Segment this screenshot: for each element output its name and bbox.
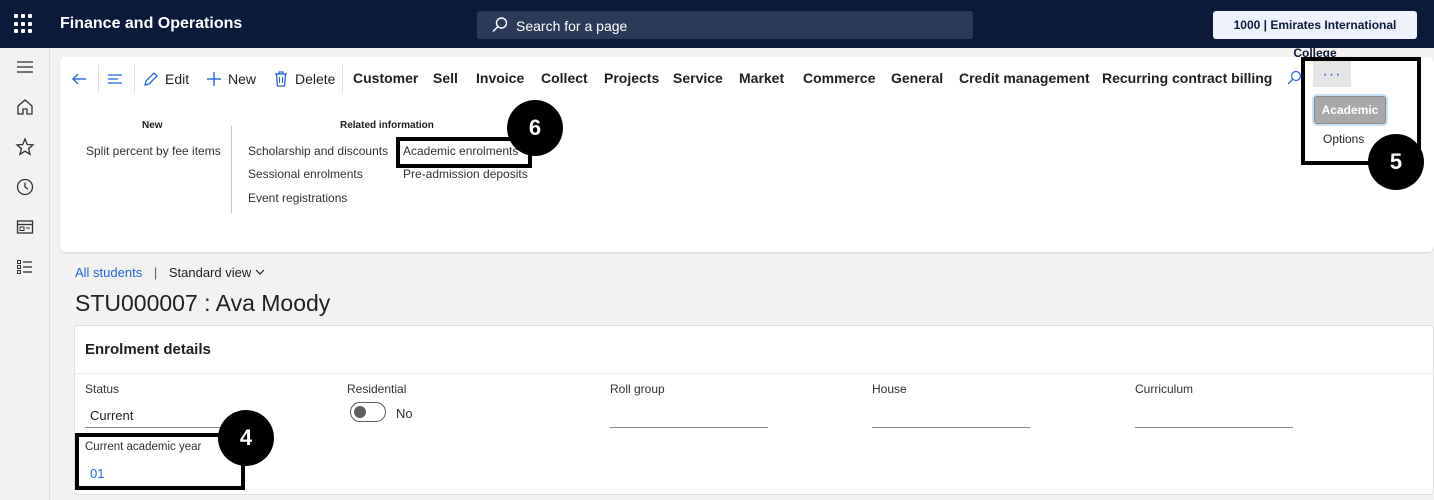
house-label: House [872,382,907,396]
toolbar-separator [134,65,135,93]
tab-recurring-contract-billing[interactable]: Recurring contract billing [1102,70,1272,86]
chevron-down-icon [255,269,265,275]
options-menu-button[interactable] [106,68,129,90]
tab-sell[interactable]: Sell [433,70,458,86]
action-pane: Edit New Delete Customer Sell Invoice Co… [60,57,1434,252]
status-underline [85,427,235,428]
status-field[interactable]: Current [90,408,133,423]
workspace-icon[interactable] [14,216,36,238]
tab-invoice[interactable]: Invoice [476,70,524,86]
trash-icon [275,71,287,87]
tab-projects[interactable]: Projects [604,70,659,86]
enrolment-details-section: Enrolment details Status Current Residen… [74,325,1434,495]
section-title[interactable]: Enrolment details [85,341,211,358]
edit-label: Edit [165,71,190,87]
toolbar-separator [342,65,343,93]
page-title: STU000007 : Ava Moody [75,290,331,316]
tab-service[interactable]: Service [673,70,723,86]
tab-market[interactable]: Market [739,70,784,86]
sessional-enrolments-link[interactable]: Sessional enrolments [248,167,363,181]
residential-label: Residential [347,382,407,396]
house-field[interactable] [872,427,1030,428]
tab-commerce[interactable]: Commerce [803,70,875,86]
plus-icon [207,72,221,86]
search-icon [492,17,508,32]
split-percent-link[interactable]: Split percent by fee items [86,144,221,158]
app-launcher-icon[interactable] [14,14,34,34]
event-registrations-link[interactable]: Event registrations [248,191,347,205]
breadcrumb: All students | Standard view [75,265,266,280]
annotation-badge-4: 4 [218,410,274,466]
left-navigation [0,48,50,500]
arrow-left-icon [72,73,86,85]
edit-button[interactable]: Edit [142,68,189,90]
residential-value: No [396,406,413,421]
new-button[interactable]: New [205,68,256,90]
toggle-knob [354,406,366,418]
home-icon[interactable] [14,96,36,118]
group-divider [231,126,232,213]
curriculum-label: Curriculum [1135,382,1194,396]
annotation-badge-6: 6 [507,100,563,156]
annotation-badge-5: 5 [1368,134,1424,190]
pencil-icon [144,72,158,86]
scholarship-discounts-link[interactable]: Scholarship and discounts [248,144,388,158]
roll-group-field[interactable] [610,427,768,428]
toolbar-separator [98,65,99,93]
star-icon[interactable] [14,136,36,158]
tab-customer[interactable]: Customer [353,70,418,86]
tab-general[interactable]: General [891,70,943,86]
search-placeholder: Search for a page [516,18,628,34]
status-label: Status [85,382,120,396]
search-actions-icon[interactable] [1286,70,1302,86]
top-bar: Finance and Operations Search for a page… [0,0,1434,60]
company-selector[interactable]: 1000 | Emirates International College [1213,11,1417,60]
standard-view-selector[interactable]: Standard view [169,265,266,280]
delete-label: Delete [295,71,336,87]
pre-admission-deposits-link[interactable]: Pre-admission deposits [403,167,528,181]
hamburger-icon[interactable] [14,56,36,78]
breadcrumb-separator: | [153,265,158,280]
back-button[interactable] [70,68,93,90]
all-students-link[interactable]: All students [75,265,142,280]
new-label: New [228,71,257,87]
tab-credit-management[interactable]: Credit management [959,70,1090,86]
clock-icon[interactable] [14,176,36,198]
delete-button[interactable]: Delete [272,68,335,90]
roll-group-label: Roll group [610,382,665,396]
group-title-related-information: Related information [340,120,434,131]
lines-icon [108,74,122,84]
view-label: Standard view [168,265,252,280]
app-title[interactable]: Finance and Operations [60,15,242,33]
search-box[interactable]: Search for a page [477,11,973,39]
section-divider [75,373,1433,374]
tab-collect[interactable]: Collect [541,70,588,86]
curriculum-field[interactable] [1135,427,1293,428]
group-title-new: New [142,120,163,131]
residential-toggle[interactable] [350,402,386,422]
list-icon[interactable] [14,256,36,278]
